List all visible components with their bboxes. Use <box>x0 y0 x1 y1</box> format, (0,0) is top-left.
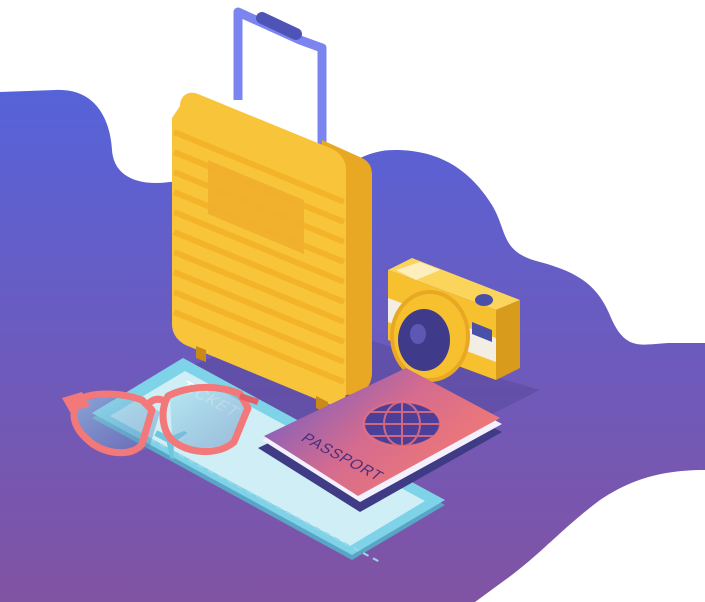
globe-icon <box>363 401 441 447</box>
travel-illustration: TICKET <box>0 7 705 602</box>
suitcase <box>172 7 372 414</box>
